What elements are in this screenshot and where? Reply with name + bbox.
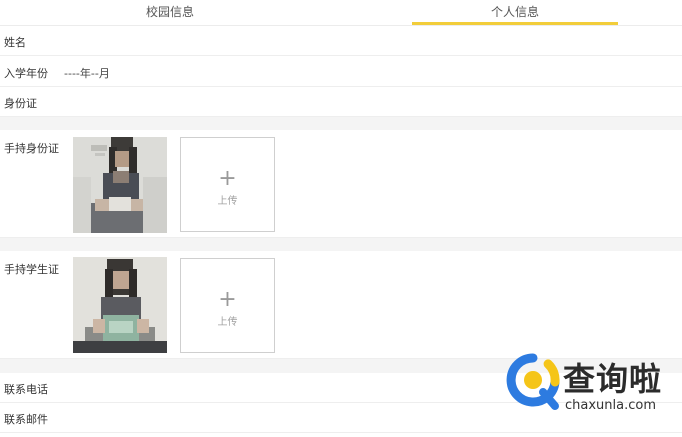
phone-label: 联系电话 [4, 383, 48, 396]
hold-id-card-label: 手持身份证 [4, 142, 59, 155]
plus-icon: + [218, 166, 237, 191]
plus-icon: + [218, 287, 237, 312]
hold-id-card-row: 手持身份证 + 上传 [0, 130, 682, 238]
upload-label: 上传 [217, 196, 238, 207]
upload-student-card-button[interactable]: + 上传 [180, 258, 275, 353]
enroll-year-value[interactable]: ----年--月 [64, 65, 110, 81]
hold-student-card-photo[interactable] [73, 257, 167, 353]
person-photo-icon [73, 137, 167, 233]
hold-student-card-label: 手持学生证 [4, 263, 59, 276]
upload-id-card-button[interactable]: + 上传 [180, 137, 275, 232]
enroll-year-label: 入学年份 [4, 67, 48, 80]
upload-label: 上传 [217, 317, 238, 328]
hold-id-card-photo[interactable] [73, 137, 167, 233]
active-tab-indicator [412, 22, 618, 25]
id-card-row[interactable]: 身份证 [0, 87, 682, 117]
email-label: 联系邮件 [4, 413, 48, 426]
watermark-brand: 查询啦 [563, 360, 663, 398]
person-photo-icon [73, 257, 167, 353]
magnifier-logo-icon [506, 353, 560, 410]
enroll-year-row[interactable]: 入学年份 ----年--月 [0, 56, 682, 87]
watermark-url: chaxunla.com [565, 398, 656, 413]
name-row[interactable]: 姓名 [0, 26, 682, 56]
tab-bar: 校园信息 个人信息 [0, 0, 682, 26]
watermark-logo: 查询啦 chaxunla.com [505, 352, 675, 418]
tab-campus-info[interactable]: 校园信息 [72, 0, 268, 26]
name-label: 姓名 [4, 36, 26, 49]
section-gap [0, 117, 682, 130]
section-gap [0, 238, 682, 251]
id-card-label: 身份证 [4, 97, 37, 110]
hold-student-card-row: 手持学生证 + 上传 [0, 251, 682, 359]
